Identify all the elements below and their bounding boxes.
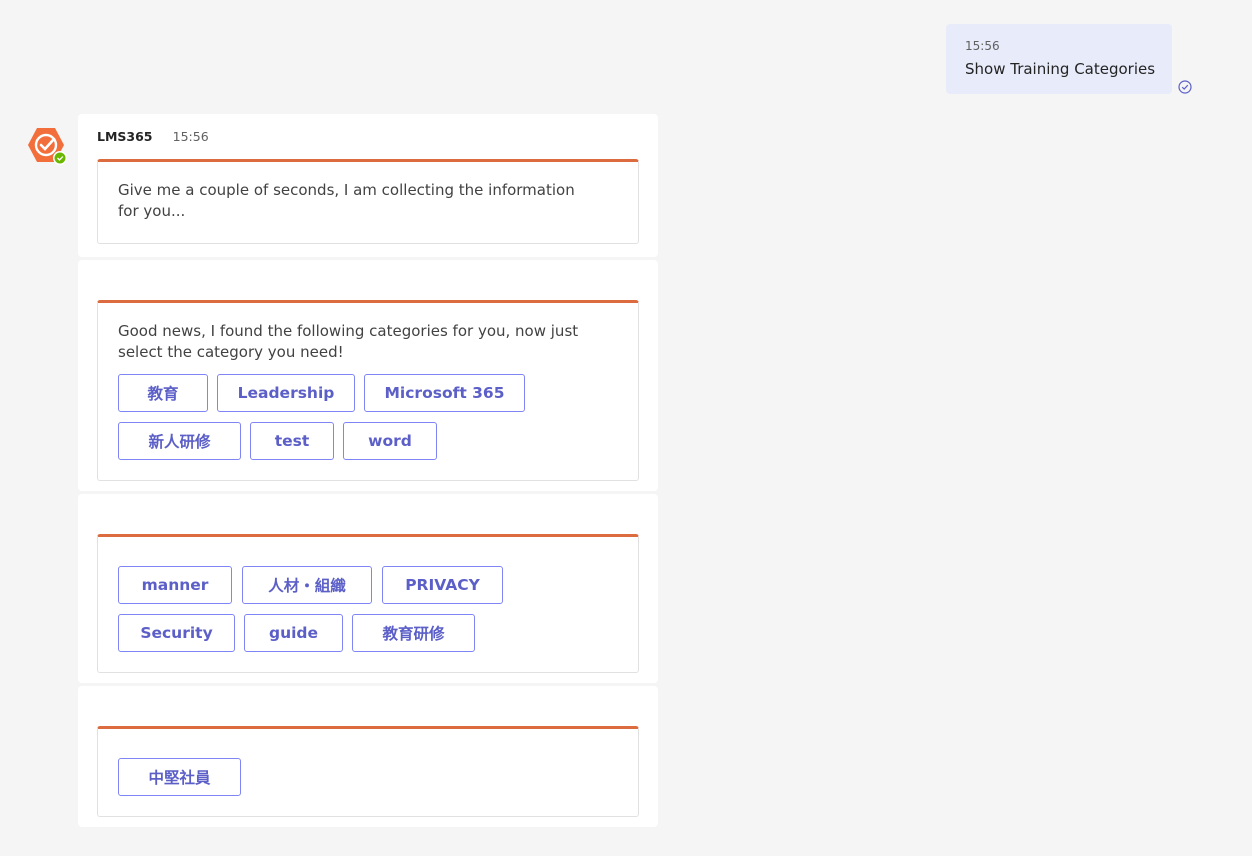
adaptive-card-categories-2: manner 人材・組織 PRIVACY Security guide 教育研修	[97, 534, 639, 673]
bot-avatar[interactable]	[26, 127, 68, 167]
category-button[interactable]: PRIVACY	[382, 566, 503, 604]
category-button[interactable]: test	[250, 422, 334, 460]
category-button[interactable]: 新人研修	[118, 422, 241, 460]
bot-name: LMS365	[97, 129, 153, 144]
category-button[interactable]: Security	[118, 614, 235, 652]
found-categories-text: Good news, I found the following categor…	[118, 322, 579, 361]
adaptive-card-categories-1: Good news, I found the following categor…	[97, 300, 639, 481]
user-message-bubble: 15:56 Show Training Categories	[946, 24, 1172, 94]
category-button[interactable]: guide	[244, 614, 343, 652]
category-button[interactable]: 教育	[118, 374, 208, 412]
category-button[interactable]: word	[343, 422, 437, 460]
adaptive-card-categories-3: 中堅社員	[97, 726, 639, 817]
category-button[interactable]: Leadership	[217, 374, 355, 412]
category-button[interactable]: 教育研修	[352, 614, 475, 652]
adaptive-card-loading: Give me a couple of seconds, I am collec…	[97, 159, 639, 244]
category-button[interactable]: 人材・組織	[242, 566, 372, 604]
user-message-time: 15:56	[965, 39, 1000, 53]
bot-message-time: 15:56	[172, 129, 209, 144]
bot-message-header: LMS365 15:56	[97, 128, 209, 146]
loading-text: Give me a couple of seconds, I am collec…	[118, 181, 575, 220]
category-button[interactable]: manner	[118, 566, 232, 604]
read-receipt-icon	[1178, 80, 1192, 94]
category-button[interactable]: Microsoft 365	[364, 374, 525, 412]
category-button[interactable]: 中堅社員	[118, 758, 241, 796]
user-message-text: Show Training Categories	[965, 60, 1156, 78]
